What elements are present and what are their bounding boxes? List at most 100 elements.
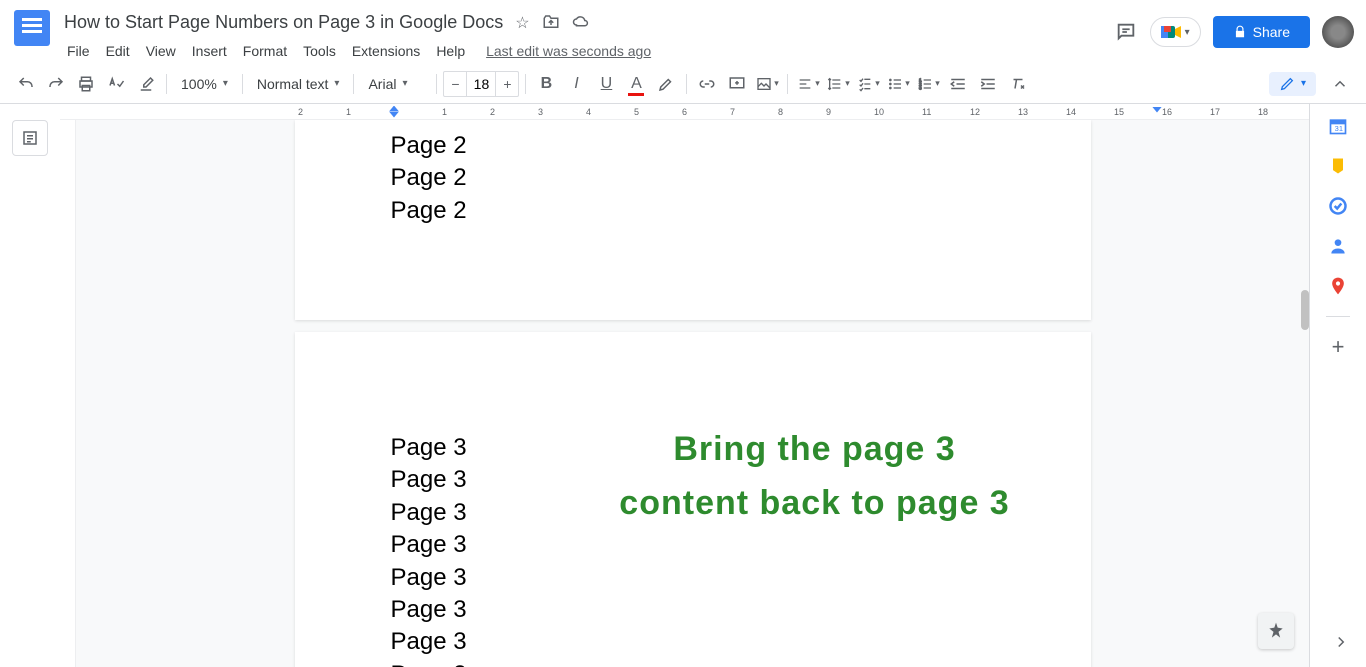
ruler-tick: 6 [682,107,730,117]
document-text-line[interactable]: Page 2 [391,162,995,194]
share-button[interactable]: Share [1213,16,1310,48]
print-button[interactable] [72,70,100,98]
annotation-line: Bring the page 3 [585,422,1045,476]
numbered-list-button[interactable]: 123 [914,70,942,98]
insert-link-button[interactable] [693,70,721,98]
menu-format[interactable]: Format [236,39,294,63]
line-spacing-button[interactable] [824,70,852,98]
chevron-down-icon: ▾ [1301,78,1306,89]
star-icon[interactable]: ☆ [515,13,529,33]
menu-edit[interactable]: Edit [99,39,137,63]
comment-history-icon[interactable] [1114,20,1138,44]
explore-button[interactable] [1258,613,1294,649]
decrease-font-button[interactable]: − [444,72,466,96]
editing-mode-button[interactable]: ▾ [1269,72,1316,96]
keep-icon[interactable] [1328,156,1348,176]
hide-menus-button[interactable] [1326,70,1354,98]
align-button[interactable] [794,70,822,98]
menu-view[interactable]: View [139,39,183,63]
maps-icon[interactable] [1328,276,1348,296]
content-area: 21123456789101112131415161718 Page 2Page… [0,104,1366,667]
tasks-icon[interactable] [1328,196,1348,216]
document-text-line[interactable]: Page 2 [391,130,995,162]
lock-icon [1233,25,1247,39]
highlight-button[interactable] [652,70,680,98]
docs-icon [14,10,50,46]
docs-logo[interactable] [12,8,52,48]
increase-font-button[interactable]: + [496,72,518,96]
rail-separator [1326,316,1350,317]
ruler-tick: 16 [1162,107,1210,117]
undo-button[interactable] [12,70,40,98]
menu-help[interactable]: Help [429,39,472,63]
annotation-overlay: Bring the page 3 content back to page 3 [585,422,1045,531]
redo-button[interactable] [42,70,70,98]
menu-tools[interactable]: Tools [296,39,343,63]
toolbar-separator [525,74,526,94]
contacts-icon[interactable] [1328,236,1348,256]
horizontal-ruler[interactable]: 21123456789101112131415161718 [60,104,1309,120]
ruler-tick: 5 [634,107,682,117]
increase-indent-button[interactable] [974,70,1002,98]
add-addon-button[interactable]: + [1328,337,1348,357]
zoom-select[interactable]: 100% [173,72,236,96]
document-text-line[interactable]: Page 3 [391,529,995,561]
last-edit-link[interactable]: Last edit was seconds ago [486,39,651,63]
document-text-line[interactable]: Page 2 [391,195,995,227]
cloud-status-icon[interactable] [572,13,590,33]
pages-container: Page 2Page 2Page 2 Page 3Page 3Page 3Pag… [60,120,1309,667]
ruler-tick: 2 [490,107,538,117]
move-icon[interactable] [542,13,560,33]
document-text-line[interactable]: Page 3 [391,626,995,658]
annotation-line: content back to page 3 [585,476,1045,530]
toolbar-separator [353,74,354,94]
ruler-tick: 10 [874,107,922,117]
ruler-tick: 13 [1018,107,1066,117]
ruler-tick: 12 [970,107,1018,117]
bulleted-list-button[interactable] [884,70,912,98]
show-outline-button[interactable] [12,120,48,156]
paint-format-button[interactable] [132,70,160,98]
document-text-line[interactable]: Page 3 [391,594,995,626]
meet-button[interactable]: ▾ [1150,17,1201,47]
chevron-down-icon: ▾ [1185,27,1190,38]
clear-formatting-button[interactable] [1004,70,1032,98]
insert-image-button[interactable] [753,70,781,98]
account-avatar[interactable] [1322,16,1354,48]
ruler-tick: 14 [1066,107,1114,117]
scrollbar-thumb[interactable] [1301,290,1309,330]
hide-side-panel-button[interactable] [1332,633,1350,651]
side-panel: 31 + [1310,104,1366,667]
text-color-button[interactable]: A [622,70,650,98]
checklist-button[interactable] [854,70,882,98]
underline-button[interactable]: U [592,70,620,98]
ruler-tick: 15 [1114,107,1162,117]
ruler-tick: 3 [538,107,586,117]
document-page-2[interactable]: Page 2Page 2Page 2 [295,120,1091,320]
ruler-tick: 7 [730,107,778,117]
document-scroll-area[interactable]: 21123456789101112131415161718 Page 2Page… [60,104,1310,667]
document-text-line[interactable]: Page 3 [391,562,995,594]
font-select[interactable]: Arial [360,72,430,96]
calendar-icon[interactable]: 31 [1328,116,1348,136]
font-size-input[interactable] [466,72,496,96]
document-page-3[interactable]: Page 3Page 3Page 3Page 3Page 3Page 3Page… [295,332,1091,667]
toolbar-separator [686,74,687,94]
document-text-line[interactable]: Page 3 [391,659,995,667]
vertical-ruler[interactable] [60,120,76,667]
add-comment-button[interactable] [723,70,751,98]
ruler-tick: 18 [1258,107,1306,117]
spellcheck-button[interactable] [102,70,130,98]
bold-button[interactable]: B [532,70,560,98]
toolbar-separator [166,74,167,94]
menu-file[interactable]: File [60,39,97,63]
paragraph-style-select[interactable]: Normal text [249,72,348,96]
document-title[interactable]: How to Start Page Numbers on Page 3 in G… [60,10,507,35]
menu-extensions[interactable]: Extensions [345,39,427,63]
menu-insert[interactable]: Insert [185,39,234,63]
decrease-indent-button[interactable] [944,70,972,98]
ruler-tick: 11 [922,107,970,117]
menu-bar: File Edit View Insert Format Tools Exten… [60,39,1114,63]
italic-button[interactable]: I [562,70,590,98]
svg-text:31: 31 [1335,124,1343,133]
